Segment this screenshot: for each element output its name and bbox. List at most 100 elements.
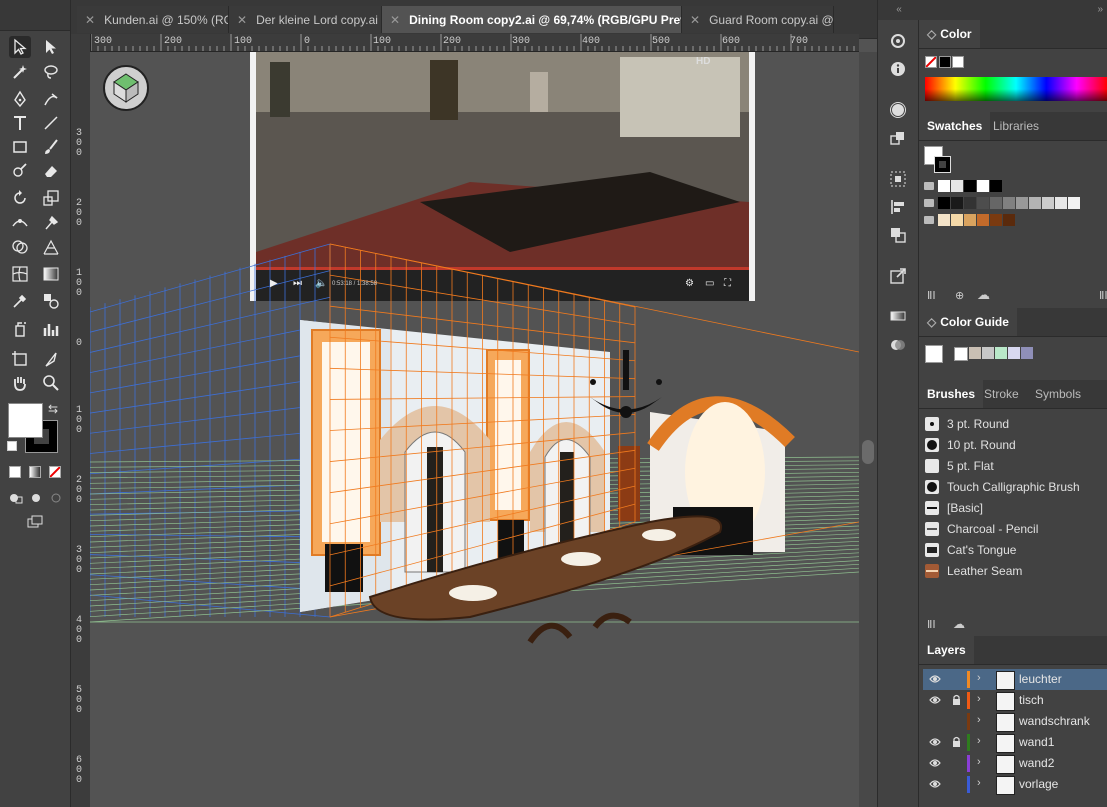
close-tab-icon[interactable]: ✕: [237, 13, 247, 27]
tab-brushes[interactable]: Brushes: [919, 380, 984, 408]
transform-icon[interactable]: [887, 127, 909, 149]
brush-item[interactable]: 10 pt. Round: [925, 434, 1105, 455]
default-fill-stroke-icon[interactable]: [7, 441, 17, 451]
perspective-grid-tool-icon[interactable]: [40, 236, 62, 258]
swatch-chip[interactable]: [964, 214, 976, 226]
expand-chevron-icon[interactable]: ›: [977, 735, 981, 747]
line-segment-tool-icon[interactable]: [40, 112, 62, 134]
close-tab-icon[interactable]: ✕: [390, 13, 400, 27]
magic-wand-tool-icon[interactable]: [9, 61, 31, 83]
slice-tool-icon[interactable]: [40, 348, 62, 370]
collapse-dock-icon[interactable]: «: [878, 0, 920, 20]
rectangle-tool-icon[interactable]: [9, 136, 31, 158]
artboard-canvas[interactable]: ▶ ⏭ 🔈 0:53:18 / 1:38:58 ⚙ ▭ ⛶ HD: [90, 52, 859, 807]
appearance-icon[interactable]: [887, 99, 909, 121]
tab-color-guide[interactable]: ◇ Color Guide: [919, 308, 1017, 336]
gradient-panel-icon[interactable]: [887, 305, 909, 327]
harmony-chip[interactable]: [969, 347, 981, 359]
swatch-folder-icon[interactable]: [924, 216, 934, 224]
harmony-chip[interactable]: [1008, 347, 1020, 359]
horizontal-ruler[interactable]: 300 200 100 0 100 200 300 400 500 600 70…: [90, 34, 859, 52]
scale-tool-icon[interactable]: [40, 187, 62, 209]
vertical-scrollbar[interactable]: [859, 52, 877, 807]
curvature-tool-icon[interactable]: [40, 88, 62, 110]
layer-name[interactable]: leuchter: [1019, 672, 1062, 686]
tab-stroke[interactable]: Stroke: [976, 380, 1027, 408]
panel-collapse-icon[interactable]: ◇: [927, 27, 936, 41]
color-panel-header[interactable]: ◇ Color: [919, 20, 1107, 49]
type-tool-icon[interactable]: [9, 112, 31, 134]
expand-chevron-icon[interactable]: ›: [977, 756, 981, 768]
tab-swatches[interactable]: Swatches: [919, 112, 991, 140]
brush-item[interactable]: [Basic]: [925, 497, 1105, 518]
gradient-tool-icon[interactable]: [40, 263, 62, 285]
swatch-chip[interactable]: [1042, 197, 1054, 209]
layer-row[interactable]: › wand1: [923, 732, 1107, 753]
zoom-tool-icon[interactable]: [40, 372, 62, 394]
layer-row[interactable]: › vorlage: [923, 774, 1107, 795]
swatch-chip[interactable]: [1029, 197, 1041, 209]
tab-libraries[interactable]: Libraries: [985, 112, 1047, 140]
swatch-folder-icon[interactable]: [924, 199, 934, 207]
blend-tool-icon[interactable]: [40, 290, 62, 312]
harmony-chip[interactable]: [1021, 347, 1033, 359]
selection-tool-icon[interactable]: [9, 36, 31, 58]
draw-behind-icon[interactable]: [25, 487, 47, 509]
color-guide-header[interactable]: ◇ Color Guide: [919, 308, 1107, 337]
lock-icon[interactable]: [951, 736, 962, 748]
swatch-chip[interactable]: [977, 214, 989, 226]
info-icon[interactable]: [887, 58, 909, 80]
tools-panel-header[interactable]: [0, 0, 70, 31]
layer-name[interactable]: vorlage: [1019, 777, 1058, 791]
tab-guard-room[interactable]: ✕ Guard Room copy.ai @...: [682, 6, 834, 33]
swatch-chip[interactable]: [951, 214, 963, 226]
rotate-tool-icon[interactable]: [9, 187, 31, 209]
play-icon[interactable]: ▶: [270, 278, 278, 289]
swatch-stroke-indicator[interactable]: [934, 156, 951, 173]
eye-icon[interactable]: [929, 673, 941, 685]
swatch-grid[interactable]: [924, 180, 1104, 230]
tab-kunden[interactable]: ✕Kunden.ai @ 150% (RG...: [77, 6, 229, 33]
swatch-chip[interactable]: [1016, 197, 1028, 209]
brush-item[interactable]: Cat's Tongue: [925, 539, 1105, 560]
none-mode-icon[interactable]: [49, 466, 61, 478]
swatch-chip[interactable]: [938, 180, 950, 192]
swatch-chip[interactable]: [1055, 197, 1067, 209]
black-color-chip[interactable]: [939, 56, 951, 68]
color-mode-icon[interactable]: [9, 466, 21, 478]
pathfinder-icon[interactable]: [887, 224, 909, 246]
harmony-chip[interactable]: [995, 347, 1007, 359]
expand-chevron-icon[interactable]: ›: [977, 777, 981, 789]
swatch-chip[interactable]: [964, 180, 976, 192]
color-spectrum[interactable]: [925, 77, 1107, 101]
volume-icon[interactable]: 🔈: [315, 278, 327, 289]
draw-normal-icon[interactable]: [5, 487, 27, 509]
layer-row[interactable]: › wand2: [923, 753, 1107, 774]
expand-chevron-icon[interactable]: ›: [977, 714, 981, 726]
brush-libraries-icon[interactable]: ⅡⅠ: [927, 618, 936, 631]
swatch-libraries-icon[interactable]: ⅡⅠ: [927, 289, 936, 302]
eraser-tool-icon[interactable]: [40, 160, 62, 182]
close-tab-icon[interactable]: ✕: [690, 13, 700, 27]
layer-name[interactable]: tisch: [1019, 693, 1044, 707]
mesh-tool-icon[interactable]: [9, 263, 31, 285]
swap-fill-stroke-icon[interactable]: ⇆: [48, 402, 58, 416]
brush-item[interactable]: 5 pt. Flat: [925, 455, 1105, 476]
swatch-chip[interactable]: [1003, 214, 1015, 226]
fullscreen-icon[interactable]: ⛶: [724, 278, 731, 289]
export-icon[interactable]: [887, 265, 909, 287]
pen-tool-icon[interactable]: [9, 88, 31, 110]
none-color-icon[interactable]: [925, 56, 937, 68]
eyedropper-tool-icon[interactable]: [9, 290, 31, 312]
tab-der-kleine-lord[interactable]: ✕ Der kleine Lord copy.ai: [229, 6, 382, 33]
eye-icon[interactable]: [929, 694, 941, 706]
draw-inside-icon[interactable]: [45, 487, 67, 509]
theater-icon[interactable]: ▭: [705, 278, 714, 289]
swatch-chip[interactable]: [990, 197, 1002, 209]
white-color-chip[interactable]: [952, 56, 964, 68]
video-settings-icon[interactable]: ⚙: [685, 278, 694, 289]
expand-chevron-icon[interactable]: ›: [977, 693, 981, 705]
swatch-chip[interactable]: [977, 180, 989, 192]
fill-swatch-front[interactable]: [8, 403, 43, 438]
swatch-folder-icon[interactable]: [924, 182, 934, 190]
